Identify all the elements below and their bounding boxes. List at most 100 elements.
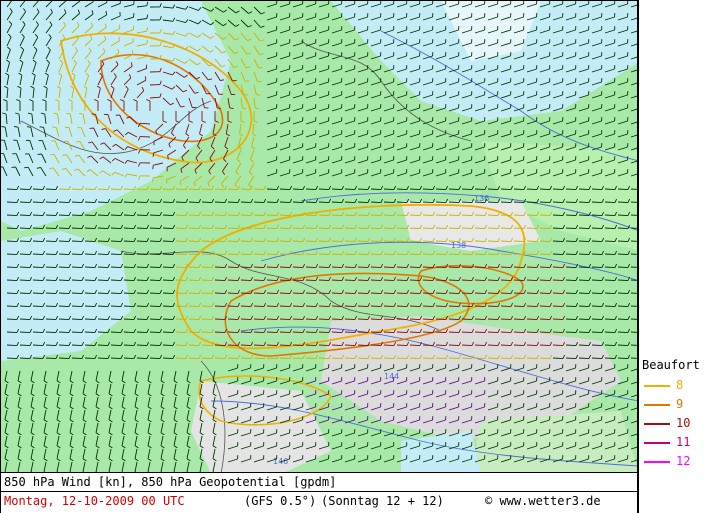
- wind-barb: [396, 331, 408, 334]
- wind-barb: [318, 240, 330, 243]
- wind-barb: [266, 227, 278, 230]
- wind-barb: [422, 305, 434, 308]
- wind-barb: [71, 253, 83, 256]
- wind-barb: [214, 201, 226, 204]
- wind-barb: [266, 240, 278, 243]
- wind-barb: [578, 266, 590, 269]
- wind-barb: [370, 201, 382, 204]
- wind-barb: [19, 279, 31, 282]
- wind-barb: [591, 201, 603, 204]
- wind-barb: [578, 227, 590, 230]
- wind-barb: [201, 201, 213, 204]
- wind-barb: [32, 305, 44, 308]
- wind-barb: [370, 240, 382, 243]
- wind-barb: [305, 292, 317, 295]
- wind-barb: [266, 253, 278, 256]
- wind-barb: [396, 305, 408, 308]
- wind-barb: [136, 279, 148, 282]
- legend-item-9: 9: [638, 397, 704, 411]
- wind-barb: [149, 357, 161, 360]
- contour-label: 144: [384, 372, 399, 381]
- wind-barb: [266, 214, 278, 217]
- wind-barb: [97, 253, 109, 256]
- wind-barb: [513, 240, 525, 243]
- wind-barb: [565, 279, 577, 282]
- wind-barb: [253, 214, 265, 217]
- wind-barb: [84, 331, 96, 334]
- map-caption: 850 hPa Wind [kn], 850 hPa Geopotential …: [0, 473, 639, 513]
- wind-barb: [84, 292, 96, 295]
- wind-barb: [513, 266, 525, 269]
- wind-barb: [565, 266, 577, 269]
- wind-barb: [305, 201, 317, 204]
- wind-barb: [32, 253, 44, 256]
- wind-barb-feather: [50, 153, 55, 156]
- wind-barb: [435, 344, 447, 347]
- wind-barb: [136, 227, 148, 230]
- wind-barb-feather: [146, 39, 148, 44]
- wind-barb: [279, 188, 291, 191]
- wind-barb: [253, 253, 265, 256]
- wind-barb: [500, 279, 512, 282]
- caption-copyright: © www.wetter3.de: [485, 494, 601, 508]
- wind-barb: [331, 357, 343, 360]
- wind-barb: [188, 253, 200, 256]
- wind-barb: [227, 188, 239, 191]
- wind-barb: [214, 266, 226, 269]
- wind-barb: [500, 318, 512, 321]
- wind-barb: [435, 305, 447, 308]
- wind-barb: [253, 201, 265, 204]
- wind-barb: [487, 318, 499, 321]
- wind-barb: [32, 266, 44, 269]
- wind-barb: [214, 214, 226, 217]
- wind-barb: [344, 227, 356, 230]
- wind-barb: [539, 201, 551, 204]
- wind-barb: [344, 188, 356, 191]
- wind-barb: [188, 214, 200, 217]
- wind-barb: [357, 279, 369, 282]
- wind-barb: [539, 240, 551, 243]
- wind-barb: [357, 331, 369, 334]
- wind-barb: [617, 266, 629, 269]
- wind-barb: [591, 227, 603, 230]
- wind-barb: [370, 214, 382, 217]
- wind-barb: [448, 331, 460, 334]
- wind-barb: [487, 188, 499, 191]
- wind-barb: [474, 188, 486, 191]
- wind-barb: [565, 227, 577, 230]
- wind-barb: [123, 201, 135, 204]
- wind-barb: [188, 279, 200, 282]
- wind-barb: [461, 305, 473, 308]
- wind-barb: [474, 240, 486, 243]
- wind-barb: [71, 279, 83, 282]
- wind-barb: [396, 318, 408, 321]
- wind-barb: [422, 201, 434, 204]
- wind-barb: [526, 227, 538, 230]
- wind-barb: [344, 279, 356, 282]
- wind-barb: [162, 240, 174, 243]
- wind-barb: [266, 357, 278, 360]
- wind-barb: [617, 253, 629, 256]
- wind-barb-feather: [91, 113, 96, 115]
- wind-barb: [123, 292, 135, 295]
- wind-barb: [448, 318, 460, 321]
- wind-barb: [357, 253, 369, 256]
- wind-barb: [6, 279, 18, 282]
- wind-barb: [253, 331, 265, 334]
- wind-barb: [487, 331, 499, 334]
- wind-barb: [188, 201, 200, 204]
- wind-barb: [162, 344, 174, 347]
- wind-barb: [58, 227, 70, 230]
- wind-barb: [591, 318, 603, 321]
- wind-barb: [279, 279, 291, 282]
- wind-barb: [214, 279, 226, 282]
- wind-barb: [162, 357, 174, 360]
- wind-barb: [71, 266, 83, 269]
- wind-barb: [253, 227, 265, 230]
- wind-barb: [357, 357, 369, 360]
- wind-barb: [110, 214, 122, 217]
- wind-barb: [370, 344, 382, 347]
- wind-barb: [591, 253, 603, 256]
- legend-item-12: 12: [638, 454, 704, 468]
- wind-barb: [591, 344, 603, 347]
